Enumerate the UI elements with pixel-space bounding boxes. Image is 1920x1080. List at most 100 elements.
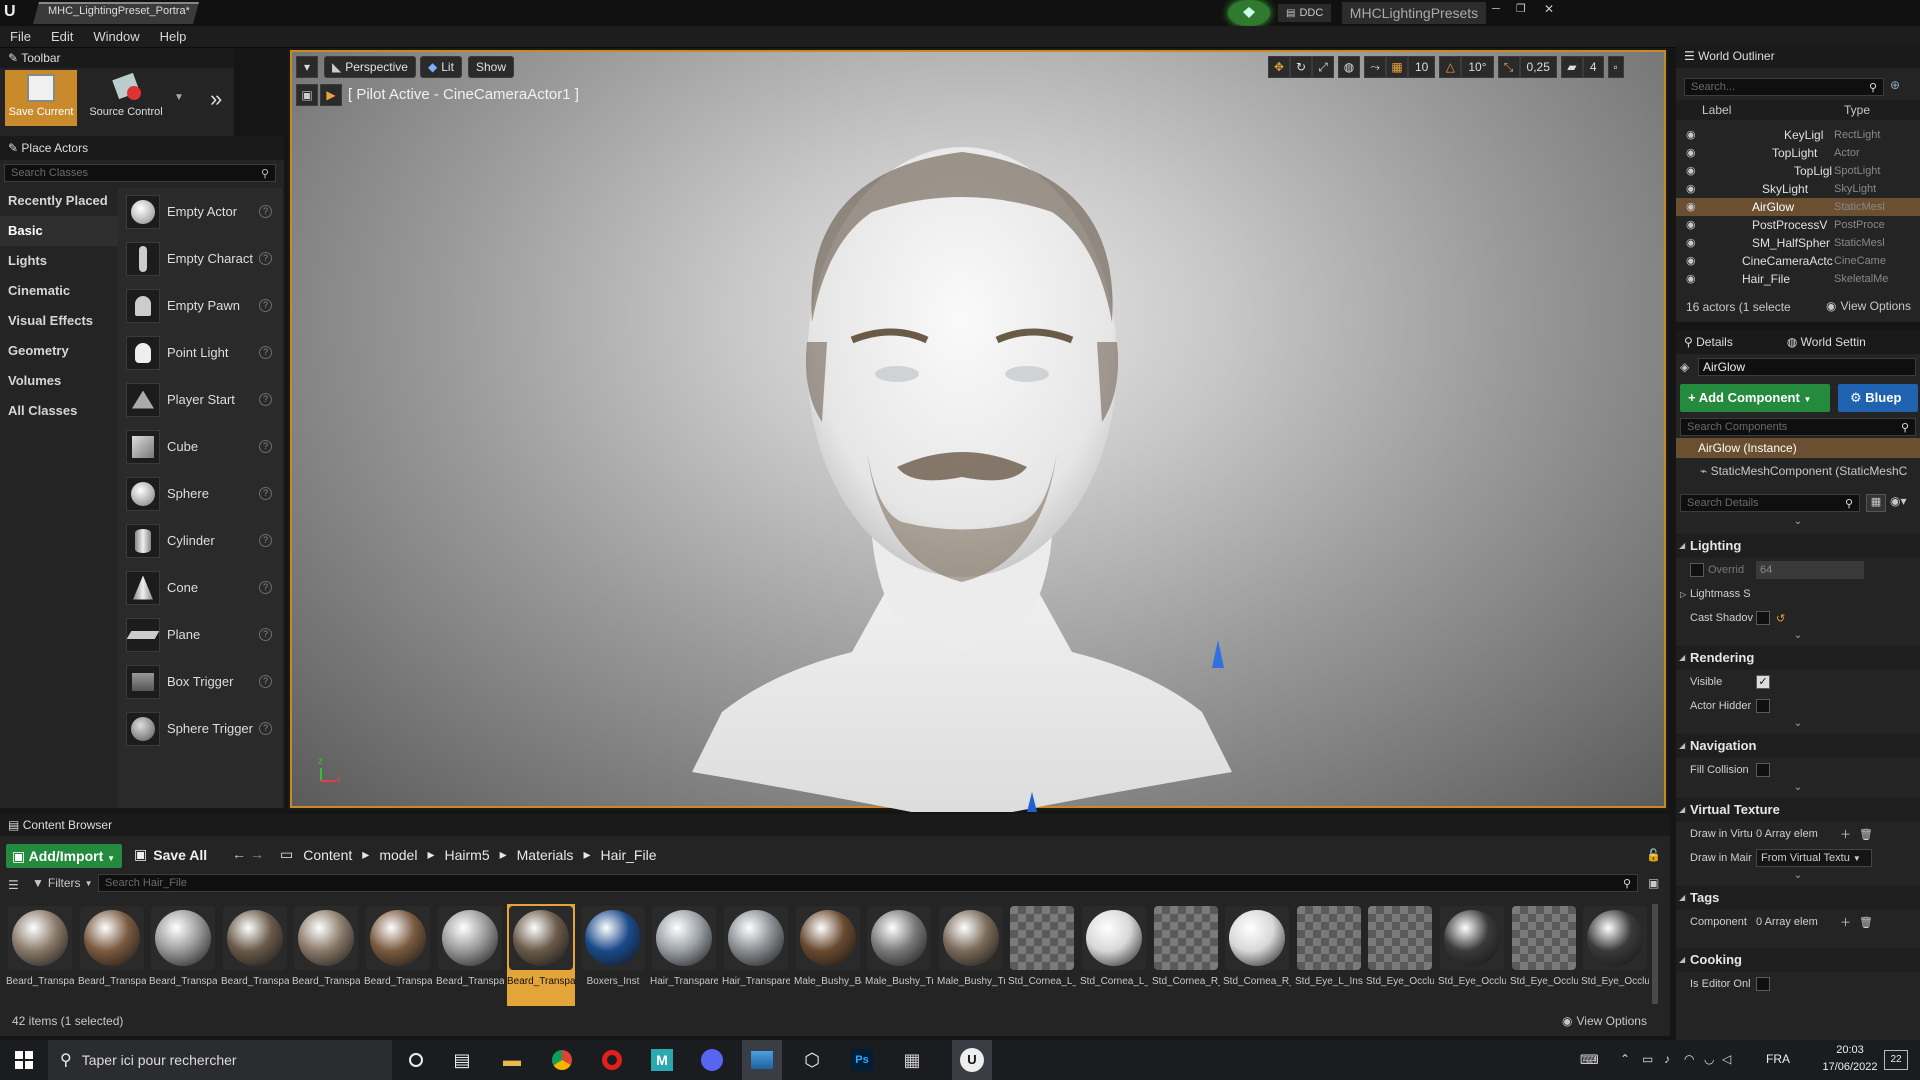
help-icon[interactable]: ? [259,581,272,594]
category-geometry[interactable]: Geometry [0,336,118,366]
static-mesh-component-row[interactable]: ⌁ StaticMeshComponent (StaticMeshC [1700,464,1920,478]
breadcrumb-content[interactable]: Content [303,847,352,863]
save-all-button[interactable]: ▣ Save All [134,846,207,863]
asset-tile[interactable]: Beard_Transparency_Inst [436,904,504,1006]
help-icon[interactable]: ? [259,628,272,641]
source-control-status-icon[interactable] [1228,0,1270,26]
breadcrumb-hairm5[interactable]: Hairm5 [444,847,489,863]
help-icon[interactable]: ? [259,299,272,312]
scale-snap-icon[interactable]: ⤡ [1497,56,1520,78]
rotation-snap-icon[interactable]: △ [1439,56,1462,78]
outliner-row[interactable]: ◉ KeyLigl RectLight [1676,126,1920,144]
save-current-button[interactable]: Save Current [5,70,77,126]
menu-help[interactable]: Help [150,26,197,48]
outliner-row[interactable]: ◉ TopLight Actor [1676,144,1920,162]
outliner-search-input[interactable]: Search... ⚲ [1684,78,1884,96]
asset-tile[interactable]: Beard_Transparency_2_Inst [292,904,360,1006]
battery-icon[interactable]: ▭ [1642,1052,1653,1066]
actor-hidden-checkbox[interactable] [1756,699,1770,713]
asset-tile[interactable]: Std_Eye_Occlusion_R_LWHQ_Inst [1581,904,1649,1006]
menu-file[interactable]: File [0,26,41,48]
trash-icon[interactable]: 🗑 [1859,916,1873,929]
category-all-classes[interactable]: All Classes [0,396,118,426]
virtual-texture-section[interactable]: Virtual Texture [1676,798,1920,822]
asset-tile[interactable]: Hair_Transparency_Inst [650,904,718,1006]
actor-sphere-trigger[interactable]: Sphere Trigger? [118,705,282,752]
editor-only-checkbox[interactable] [1756,977,1770,991]
taskbar-search-box[interactable]: ⚲ Taper ici pour rechercher [48,1040,392,1080]
outliner-row-selected[interactable]: ◉ AirGlow StaticMesl [1676,198,1920,216]
category-visual-effects[interactable]: Visual Effects [0,306,118,336]
expand-chevron-icon[interactable]: ⌄ [1676,630,1920,642]
asset-tile[interactable]: Std_Cornea_L_Inst [1008,904,1076,1006]
eye-icon[interactable]: ◉ [1686,180,1696,198]
help-icon[interactable]: ? [259,346,272,359]
visible-checkbox-checked[interactable]: ✓ [1756,675,1770,689]
actor-name-input[interactable]: AirGlow [1698,358,1916,376]
asset-tile[interactable]: Male_Bushy_Transparency_LWHQ_Inst [937,904,1005,1006]
asset-tile[interactable]: Beard_Transparency_0_Inst [6,904,74,1006]
help-icon[interactable]: ? [259,487,272,500]
toolbar-more-icon[interactable]: » [210,86,222,112]
scale-snap-value[interactable]: 0,25 [1519,56,1557,78]
expand-chevron-icon[interactable]: ⌄ [1676,718,1920,730]
photos-icon[interactable] [742,1040,782,1080]
chevron-up-icon[interactable]: ⌃ [1620,1052,1630,1066]
asset-tile[interactable]: Hair_Transparency_LWHQ_Inst [722,904,790,1006]
actor-empty-pawn[interactable]: Empty Pawn? [118,282,282,329]
asset-tile[interactable]: Std_Eye_L_Inst [1295,904,1363,1006]
asset-tile[interactable]: Std_Cornea_R_Inst [1152,904,1220,1006]
actor-empty-actor[interactable]: Empty Actor? [118,188,282,235]
reset-icon[interactable]: ↺ [1776,612,1785,625]
help-icon[interactable]: ? [259,205,272,218]
clock-date[interactable]: 17/06/2022 [1822,1061,1878,1073]
back-arrow-icon[interactable]: ← [232,846,246,862]
actor-player-start[interactable]: Player Start? [118,376,282,423]
chrome-icon[interactable] [542,1040,582,1080]
actor-sphere[interactable]: Sphere? [118,470,282,517]
viewport-options-icon[interactable]: ▾ [296,56,318,78]
microphone-icon[interactable]: ♪ [1664,1052,1670,1066]
scale-icon[interactable]: ⤢ [1312,56,1334,78]
forward-arrow-icon[interactable]: → [250,846,264,862]
eye-icon[interactable]: ◉ [1686,126,1696,144]
asset-grid-scrollbar[interactable] [1652,904,1658,1004]
tags-section[interactable]: Tags [1676,886,1920,910]
content-browser-tab[interactable]: ▤ Content Browser [0,814,1670,836]
grid-view-icon[interactable]: ▦ [1866,494,1886,512]
perspective-button[interactable]: ◣ Perspective [324,56,416,78]
photoshop-icon[interactable]: Ps [842,1040,882,1080]
expand-chevron-icon[interactable]: ⌄ [1676,870,1920,882]
outliner-pin-icon[interactable]: ⊕ [1890,78,1900,92]
camera-speed-value[interactable]: 4 [1582,56,1604,78]
outliner-row[interactable]: ◉ CineCameraActc CineCame [1676,252,1920,270]
keyboard-icon[interactable]: ⌨ [1580,1052,1599,1068]
rotate-icon[interactable]: ↻ [1290,56,1312,78]
clock-time[interactable]: 20:03 [1822,1044,1878,1056]
close-button[interactable]: ✕ [1544,2,1554,16]
help-icon[interactable]: ? [259,440,272,453]
asset-tile[interactable]: Beard_Transparency_1_LWHQ_Inst [221,904,289,1006]
expand-chevron-icon[interactable]: ⌄ [1676,782,1920,794]
cortana-icon[interactable] [396,1040,436,1080]
search-details-input[interactable]: Search Details ⚲ [1680,494,1860,512]
volume-icon[interactable]: ◁ [1722,1052,1731,1066]
actor-point-light[interactable]: Point Light? [118,329,282,376]
place-actors-tab[interactable]: ✎ Place Actors [0,136,284,160]
show-button[interactable]: Show [468,56,515,78]
eye-icon[interactable]: ◉ [1686,252,1696,270]
discord-icon[interactable] [692,1040,732,1080]
eye-icon[interactable]: ◉ [1686,198,1696,216]
file-explorer-icon[interactable]: ▬ [492,1040,532,1080]
cast-shadow-checkbox[interactable] [1756,611,1770,625]
actor-empty-character[interactable]: Empty Charact? [118,235,282,282]
lock-icon[interactable]: 🔓 [1646,848,1661,862]
outliner-view-options[interactable]: ◉ View Options [1826,299,1911,313]
trash-icon[interactable]: 🗑 [1859,828,1873,841]
pilot-eject-icon[interactable]: ▣ [296,84,318,106]
help-icon[interactable]: ? [259,393,272,406]
outliner-col-label[interactable]: Label [1702,103,1731,117]
add-component-button[interactable]: + Add Component ▼ [1680,384,1830,412]
eye-icon[interactable]: ◉ [1686,144,1696,162]
asset-tile[interactable]: Male_Bushy_Transparency_Inst [865,904,933,1006]
